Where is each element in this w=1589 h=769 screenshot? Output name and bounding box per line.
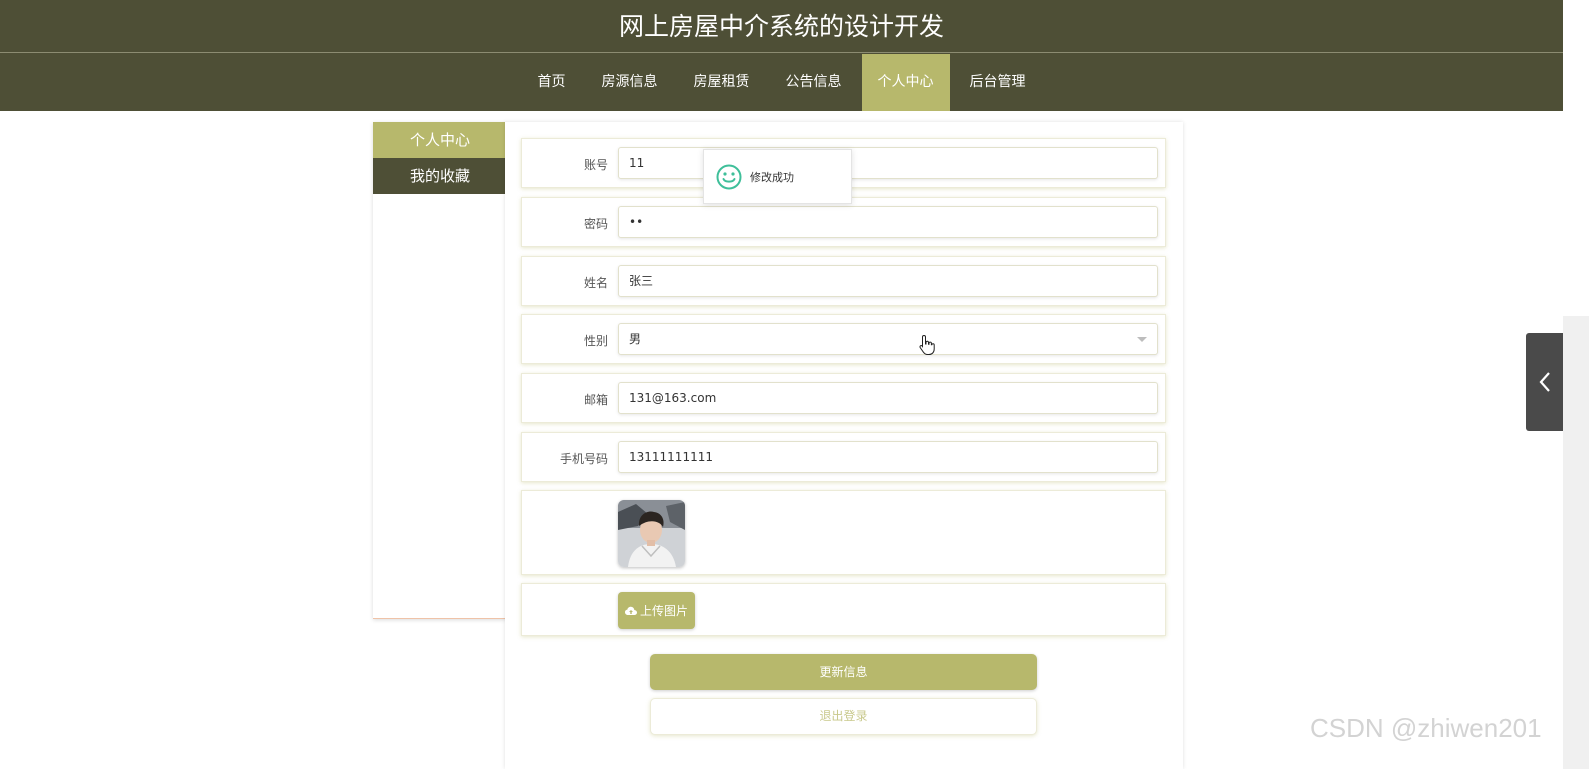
password-input[interactable]: •• [618, 206, 1158, 238]
chevron-down-icon [1137, 337, 1147, 342]
chevron-left-icon [1539, 372, 1550, 392]
nav-item-home[interactable]: 首页 [520, 54, 584, 111]
form-row-gender: 性别 男 [521, 314, 1166, 364]
logout-button[interactable]: 退出登录 [650, 698, 1037, 735]
smile-icon [716, 164, 742, 189]
avatar-photo [618, 500, 685, 567]
nav-item-admin[interactable]: 后台管理 [952, 54, 1044, 111]
form-row-password: 密码 •• [521, 197, 1166, 247]
nav-item-listings[interactable]: 房源信息 [584, 54, 676, 111]
account-label: 账号 [583, 158, 608, 172]
cloud-upload-icon [624, 606, 637, 615]
form-row-phone: 手机号码 13111111111 [521, 432, 1166, 482]
email-label: 邮箱 [583, 393, 608, 407]
profile-form-panel: 账号 11 密码 •• 姓名 张三 性别 男 邮箱 131@163.com 手机… [505, 122, 1183, 769]
gender-label: 性别 [583, 334, 608, 348]
main-nav: 首页 房源信息 房屋租赁 公告信息 个人中心 后台管理 [0, 54, 1563, 111]
watermark: CSDN @zhiwen201 [1310, 713, 1542, 743]
success-toast: 修改成功 [703, 149, 852, 204]
form-row-upload: 上传图片 [521, 583, 1166, 636]
sidebar-item-favorites[interactable]: 我的收藏 [373, 158, 507, 194]
form-row-name: 姓名 张三 [521, 256, 1166, 306]
gender-select-value: 男 [629, 332, 642, 346]
form-row-avatar [521, 490, 1166, 575]
header: 网上房屋中介系统的设计开发 首页 房源信息 房屋租赁 公告信息 个人中心 后台管… [0, 0, 1563, 111]
name-label: 姓名 [583, 276, 608, 290]
update-info-button[interactable]: 更新信息 [650, 654, 1037, 690]
upload-image-button[interactable]: 上传图片 [618, 592, 695, 629]
hand-cursor-icon [918, 334, 936, 360]
form-row-email: 邮箱 131@163.com [521, 373, 1166, 423]
nav-item-notices[interactable]: 公告信息 [768, 54, 860, 111]
gender-select[interactable]: 男 [618, 323, 1158, 355]
email-input[interactable]: 131@163.com [618, 382, 1158, 414]
password-label: 密码 [583, 217, 608, 231]
upload-image-label: 上传图片 [639, 604, 688, 618]
toast-message: 修改成功 [750, 170, 794, 184]
avatar [618, 500, 685, 567]
phone-input[interactable]: 13111111111 [618, 441, 1158, 473]
side-drawer-toggle[interactable] [1526, 333, 1563, 431]
sidebar-item-personal-center[interactable]: 个人中心 [373, 122, 507, 158]
account-input[interactable]: 11 [618, 147, 1158, 179]
nav-item-rental[interactable]: 房屋租赁 [676, 54, 768, 111]
nav-item-personal-center[interactable]: 个人中心 [861, 54, 950, 111]
site-title: 网上房屋中介系统的设计开发 [0, 0, 1563, 53]
sidebar: 个人中心 我的收藏 [373, 122, 507, 619]
side-strip [1563, 316, 1589, 769]
phone-label: 手机号码 [559, 452, 608, 466]
name-input[interactable]: 张三 [618, 265, 1158, 297]
